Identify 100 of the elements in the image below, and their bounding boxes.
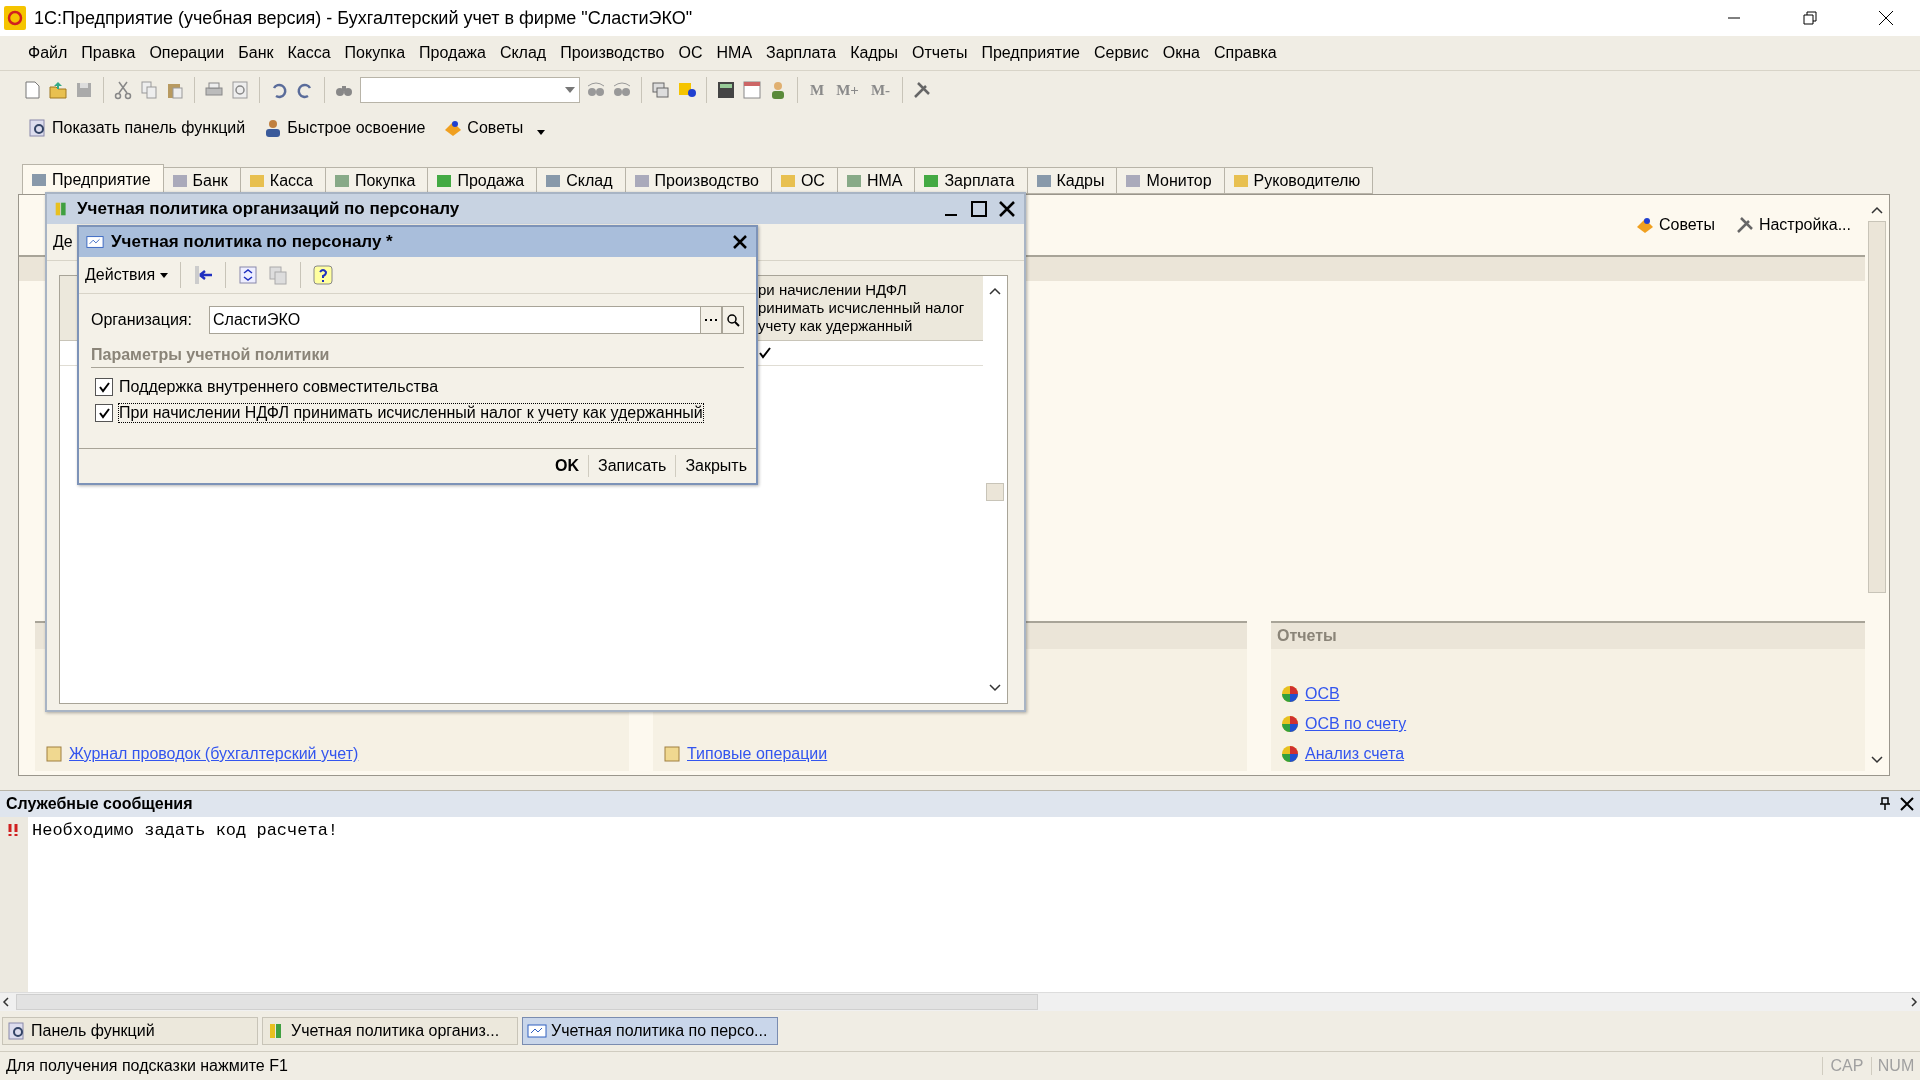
app-logo-icon	[4, 6, 26, 30]
windows-icon[interactable]	[651, 80, 671, 100]
tab-icon	[1035, 172, 1052, 189]
cut-icon[interactable]	[113, 80, 133, 100]
window-title: 1С:Предприятие (учебная версия) - Бухгалтерский учет в фирме "СластиЭКО"	[34, 7, 694, 29]
checkbox[interactable]	[95, 404, 113, 422]
report-link[interactable]: Типовые операции	[687, 745, 828, 763]
actions-menu[interactable]: Действия	[85, 266, 170, 284]
tab-icon	[779, 172, 796, 189]
column-header: ри начислении НДФЛ ринимать исчисленный налог учету как удержанный	[758, 280, 966, 336]
tab[interactable]: Склад	[536, 167, 626, 194]
menu-item[interactable]: НМА	[710, 40, 759, 66]
checkmark-icon	[98, 381, 110, 393]
checkbox-label: Поддержка внутреннего совместительства	[119, 378, 439, 396]
tab[interactable]: Зарплата	[914, 167, 1028, 194]
tab[interactable]: Банк	[162, 167, 241, 194]
document-icon	[663, 745, 681, 763]
calendar-icon[interactable]	[742, 80, 762, 100]
tab-icon	[248, 172, 265, 189]
save-icon[interactable]	[74, 80, 94, 100]
tab[interactable]: Кадры	[1026, 167, 1118, 194]
form-icon	[527, 1021, 547, 1041]
pie-chart-icon	[1281, 685, 1299, 703]
tab[interactable]: Касса	[239, 167, 326, 194]
menu-item[interactable]: Склад	[493, 40, 553, 66]
panel-action-button[interactable]: Настройка...	[1728, 215, 1857, 235]
pie-chart-icon	[1281, 715, 1299, 733]
form-icon	[85, 233, 105, 251]
tab[interactable]: ОС	[770, 167, 838, 194]
copy-icon[interactable]	[139, 80, 159, 100]
copy-icon[interactable]	[267, 264, 290, 286]
panel-title: Служебные сообщения	[6, 795, 194, 813]
magnifier-icon	[28, 118, 48, 138]
window-tab[interactable]: Учетная политика организ...	[262, 1017, 518, 1045]
calculator-icon[interactable]	[716, 80, 736, 100]
tab[interactable]: Производство	[624, 167, 772, 194]
panel-action-button[interactable]: Советы	[1628, 215, 1721, 235]
message-text: Необходимо задать код расчета!	[32, 821, 339, 840]
toolbar-button[interactable]: Советы	[437, 118, 530, 138]
checkbox[interactable]	[95, 378, 113, 396]
group-title: Отчеты	[1277, 627, 1337, 645]
refresh-icon[interactable]	[237, 264, 260, 286]
menu-item[interactable]: Операции	[143, 40, 231, 66]
menu-item[interactable]: Предприятие	[975, 40, 1086, 66]
tab-icon	[1125, 172, 1142, 189]
caret-icon	[159, 270, 170, 280]
close-icon[interactable]	[1900, 797, 1914, 811]
key-indicator: CAP	[1822, 1057, 1871, 1075]
report-link[interactable]: Журнал проводок (бухгалтерский учет)	[69, 745, 359, 763]
tab-icon	[845, 172, 862, 189]
tab[interactable]: Монитор	[1116, 167, 1225, 194]
scrollbar-thumb[interactable]	[1868, 221, 1886, 593]
folder-icon[interactable]	[48, 80, 68, 100]
window-tab[interactable]: Учетная политика по персо...	[522, 1017, 778, 1045]
pie-chart-icon	[1281, 745, 1299, 763]
tab-icon	[923, 172, 940, 189]
menu-item[interactable]: Окна	[1156, 40, 1206, 66]
tab[interactable]: Покупка	[324, 167, 429, 194]
menu-item[interactable]: Кадры	[844, 40, 905, 66]
tab[interactable]: Продажа	[427, 167, 538, 194]
menu-item[interactable]: Отчеты	[906, 40, 974, 66]
tab[interactable]: Предприятие	[22, 164, 164, 194]
search-combo-field[interactable]	[360, 77, 580, 103]
toolbar-button[interactable]: Быстрое освоение	[257, 118, 432, 138]
report-link[interactable]: ОСВ по счету	[1305, 715, 1407, 733]
tab-icon	[333, 172, 350, 189]
menu-item[interactable]: Покупка	[338, 40, 412, 66]
dialog-button[interactable]: OK	[546, 455, 588, 477]
menu-item[interactable]: Продажа	[413, 40, 492, 66]
search-button[interactable]	[722, 306, 744, 334]
document-icon[interactable]	[22, 80, 42, 100]
organization-field[interactable]: СластиЭКО	[209, 306, 700, 334]
dialog-button[interactable]: Закрыть	[675, 455, 756, 477]
preview-icon[interactable]	[230, 80, 250, 100]
horizontal-scrollbar[interactable]	[0, 992, 1920, 1011]
tab-icon	[1232, 172, 1249, 189]
menu-item[interactable]: Касса	[281, 40, 337, 66]
scrollbar-thumb[interactable]	[986, 483, 1004, 501]
close-icon[interactable]	[996, 199, 1018, 219]
report-link[interactable]: ОСВ	[1305, 685, 1340, 703]
maximize-icon[interactable]	[968, 199, 990, 219]
tab[interactable]: Руководителю	[1223, 167, 1374, 194]
dialog-button[interactable]: Записать	[588, 455, 676, 477]
toolbar-button[interactable]: Показать панель функций	[22, 118, 252, 138]
menu-item[interactable]: Производство	[554, 40, 671, 66]
menu-item[interactable]: ОС	[672, 40, 709, 66]
pin-icon[interactable]	[1878, 797, 1892, 811]
menu-item[interactable]: Сервис	[1088, 40, 1155, 66]
actions-menu[interactable]: Де	[53, 233, 73, 251]
arrow-left-icon[interactable]	[192, 264, 215, 286]
menu-item[interactable]: Справка	[1208, 40, 1283, 66]
menu-item[interactable]: Зарплата	[760, 40, 843, 66]
menu-item[interactable]: Банк	[232, 40, 280, 66]
window-tab[interactable]: Панель функций	[2, 1017, 258, 1045]
close-icon	[1878, 10, 1894, 26]
report-link[interactable]: Анализ счета	[1305, 745, 1405, 763]
magnifier-icon	[7, 1021, 27, 1041]
dropdown-arrow-icon	[565, 87, 575, 93]
menu-item[interactable]: Файл	[22, 40, 74, 66]
menu-item[interactable]: Правка	[75, 40, 142, 66]
